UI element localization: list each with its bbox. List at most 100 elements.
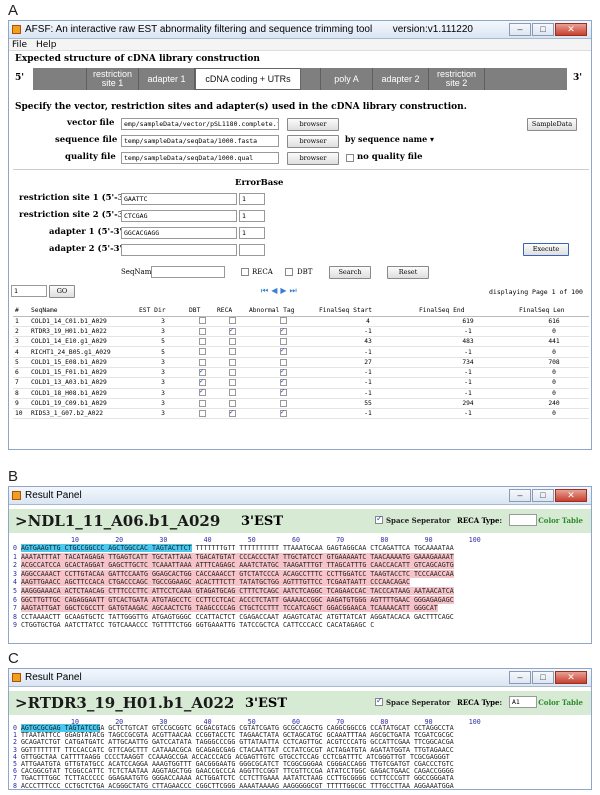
close-icon[interactable]: ✕ [555,23,587,36]
dbt-checkbox[interactable] [198,377,206,387]
ab-checkbox[interactable] [279,367,287,376]
reca-filter-checkbox[interactable] [241,268,249,276]
reset-button[interactable]: Reset [387,266,429,279]
menu-file[interactable]: File [12,40,27,50]
adapter1-errorbase-field[interactable]: 1 [239,227,265,239]
ab-checkbox[interactable] [279,387,287,397]
ab-checkbox[interactable] [279,399,287,407]
dbt-checkbox[interactable] [198,348,206,356]
sequence-browser-button[interactable]: browser [287,135,339,148]
column-header[interactable]: EST Dir [137,306,187,317]
table-row[interactable]: 7COLD1_13_A03.b1_A0293-1-10 [13,377,589,389]
reca-type-field-c[interactable]: A1 [509,696,537,708]
sample-data-button[interactable]: SampleData [527,118,577,131]
reca-checkbox[interactable] [228,399,236,407]
dbt-checkbox[interactable] [198,387,206,397]
ab-checkbox[interactable] [279,377,287,387]
dbt-checkbox[interactable] [198,399,206,407]
reca-type-field-b[interactable] [509,514,537,526]
maximize-icon[interactable]: □ [532,671,554,684]
column-header[interactable]: FinalSeq Start [317,306,417,317]
vector-file-field[interactable]: emp/sampleData/vector/pSL1180.complete.f… [121,118,279,130]
column-header[interactable]: FinalSeq End [417,306,517,317]
table-row[interactable]: 1 COLD1_14_C01.b1_A029 3 4 619 616 [13,316,589,327]
color-table-link-c[interactable]: Color Table [538,698,583,707]
ab-checkbox[interactable] [279,326,287,335]
column-header[interactable]: # [13,306,29,317]
reca-checkbox[interactable] [228,326,236,335]
table-cell-dir: 5 [137,336,187,348]
seqname-search-field[interactable] [151,266,225,278]
reca-checkbox[interactable] [228,408,236,418]
rs2-errorbase-field[interactable]: 1 [239,210,265,222]
column-header[interactable]: DBT [187,306,215,317]
adapter2-errorbase-field[interactable] [239,244,265,256]
reca-checkbox[interactable] [228,389,236,397]
table-row[interactable]: 4RICHT1_24_B05.g1_A0295-1-10 [13,346,589,358]
vector-browser-button[interactable]: browser [287,118,339,131]
table-cell-start: -1 [317,346,417,358]
dbt-checkbox[interactable] [198,358,206,366]
dbt-checkbox[interactable] [198,327,206,335]
last-page-icon[interactable]: ⏭ [290,286,300,295]
ab-checkbox[interactable] [279,408,287,418]
ab-checkbox[interactable] [279,358,287,366]
table-row[interactable]: 5 COLD1_15_E08.b1_A029 3 27 734 708 [13,357,589,368]
next-page-icon[interactable]: ▶ [280,286,289,295]
reca-checkbox[interactable] [228,337,236,345]
dbt-filter-checkbox[interactable] [285,268,293,276]
quality-browser-button[interactable]: browser [287,152,339,165]
reca-checkbox[interactable] [228,358,236,366]
column-header[interactable]: FinalSeq Len [517,306,589,317]
rs2-field[interactable]: CTCGAG [121,210,237,222]
space-separator-checkbox-b[interactable] [375,514,383,524]
menu-help[interactable]: Help [36,40,57,50]
prev-page-icon[interactable]: ◀ [271,286,280,295]
column-header[interactable]: Abnormal Tag [247,306,317,317]
column-header[interactable]: RECA [215,306,247,317]
no-quality-checkbox[interactable] [346,154,354,162]
table-row[interactable]: 3 COLD1_14_E10.g1_A029 5 43 483 441 [13,336,589,348]
search-button[interactable]: Search [329,266,371,279]
by-sequence-name-select[interactable]: by sequence name ▾ [345,134,434,144]
reca-checkbox[interactable] [228,379,236,387]
column-header[interactable]: SeqName [29,306,137,317]
no-quality-label: no quality file [357,152,423,162]
dbt-checkbox[interactable] [198,337,206,345]
space-separator-checkbox-c[interactable] [375,696,383,706]
ab-checkbox[interactable] [279,337,287,345]
quality-file-field[interactable]: temp/sampleData/seqData/1000.qual [121,152,279,164]
execute-button[interactable]: Execute [523,243,569,256]
rs1-errorbase-field[interactable]: 1 [239,193,265,205]
table-row[interactable]: 2RTDR3_19_H01.b1_A0223-1-10 [13,326,589,338]
table-cell-ab [247,346,317,358]
rs1-field[interactable]: GAATTC [121,193,237,205]
close-icon[interactable]: ✕ [555,671,587,684]
sequence-file-field[interactable]: temp/sampleData/seqData/1000.fasta [121,135,279,147]
reca-checkbox[interactable] [228,368,236,376]
ab-checkbox[interactable] [279,317,287,325]
ab-checkbox[interactable] [279,346,287,356]
page-number-field[interactable]: 1 [11,285,47,297]
adapter2-field[interactable] [121,244,237,256]
dbt-checkbox[interactable] [198,317,206,325]
maximize-icon[interactable]: □ [532,489,554,502]
table-row[interactable]: 9 COLD1_19_C09.b1_A029 3 55 294 240 [13,398,589,410]
go-button[interactable]: GO [49,285,75,298]
reca-checkbox[interactable] [228,348,236,356]
table-row[interactable]: 6COLD1_15_F01.b1_A0293-1-10 [13,367,589,379]
table-row[interactable]: 8COLD1_18_H08.b1_A0293-1-10 [13,387,589,399]
reca-checkbox[interactable] [228,317,236,325]
close-icon[interactable]: ✕ [555,489,587,502]
minimize-icon[interactable]: – [509,23,531,36]
dbt-checkbox[interactable] [198,367,206,376]
minimize-icon[interactable]: – [509,489,531,502]
minimize-icon[interactable]: – [509,671,531,684]
adapter1-field[interactable]: GGCACGAGG [121,227,237,239]
maximize-icon[interactable]: □ [532,23,554,36]
first-page-icon[interactable]: ⏮ [261,286,271,295]
table-row[interactable]: 10RIDS3_1_G07.b2_A0223-1-10 [13,408,589,420]
dbt-checkbox[interactable] [198,410,206,418]
table-cell-start: 4 [317,316,417,327]
color-table-link-b[interactable]: Color Table [538,516,583,525]
